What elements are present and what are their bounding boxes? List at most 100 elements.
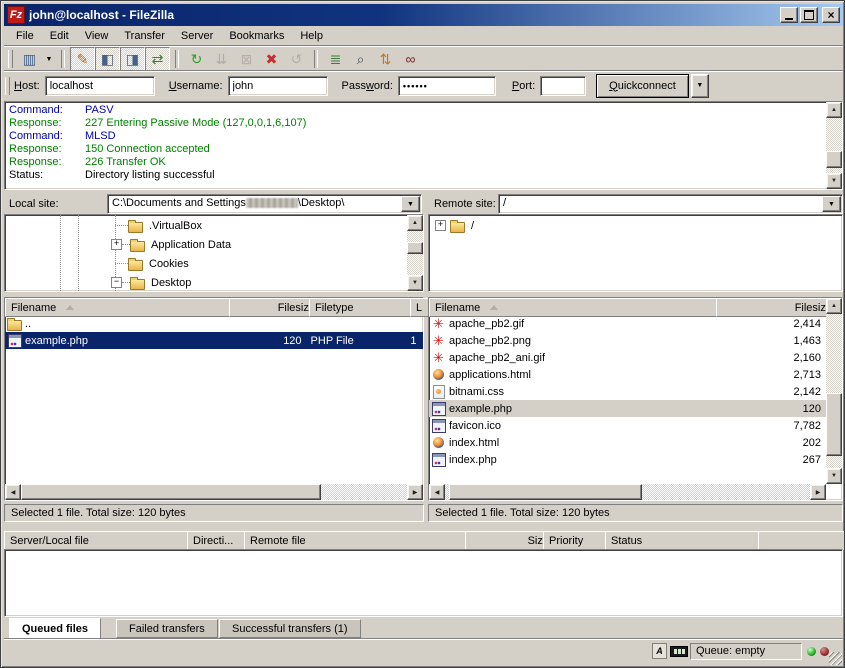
local-selection-status: Selected 1 file. Total size: 120 bytes xyxy=(4,504,424,522)
file-row-example-php[interactable]: example.php 120 xyxy=(429,400,826,417)
quickconnect-button[interactable]: Quickconnect xyxy=(596,74,689,98)
menu-server[interactable]: Server xyxy=(173,28,221,44)
file-row-example-php[interactable]: example.php 120 PHP File 1 xyxy=(5,332,423,349)
username-input[interactable] xyxy=(228,76,328,96)
scroll-up-icon[interactable]: ▲ xyxy=(407,215,423,231)
file-row[interactable]: apache_pb2.gif 2,414 xyxy=(429,315,826,332)
host-input[interactable] xyxy=(45,76,155,96)
remote-site-path: / xyxy=(499,195,821,213)
local-hscrollbar-thumb[interactable] xyxy=(21,484,321,500)
toggle-remote-tree-icon[interactable]: ◨ xyxy=(120,47,145,71)
tree-item-virtualbox[interactable]: .VirtualBox xyxy=(111,216,205,235)
scroll-left-icon[interactable]: ◀ xyxy=(429,484,445,500)
site-manager-icon[interactable]: ▥ xyxy=(17,47,42,71)
title-bar[interactable]: Fz john@localhost - FileZilla × xyxy=(4,4,843,26)
scroll-left-icon[interactable]: ◀ xyxy=(5,484,21,500)
filter-icon[interactable]: ≣ xyxy=(323,47,348,71)
local-tree-scrollbar[interactable]: ▲ ▼ xyxy=(407,215,423,291)
tab-failed-transfers[interactable]: Failed transfers xyxy=(116,619,218,638)
file-row[interactable]: index.html 202 xyxy=(429,434,826,451)
sync-browsing-icon[interactable]: ⇅ xyxy=(373,47,398,71)
file-row[interactable]: index.php 267 xyxy=(429,451,826,468)
css-file-icon xyxy=(433,385,445,399)
minimize-button[interactable] xyxy=(780,7,798,23)
chevron-down-icon[interactable]: ▼ xyxy=(822,196,841,212)
tab-queued-files[interactable]: Queued files xyxy=(9,618,101,639)
log-line: Command:MLSD xyxy=(9,130,116,143)
site-manager-dropdown-icon[interactable]: ▼ xyxy=(42,48,56,70)
transfer-type-icon: A xyxy=(652,643,667,659)
directory-comparison-icon[interactable]: ⌕ xyxy=(348,47,373,71)
file-row-parent-dir[interactable]: .. xyxy=(5,315,423,332)
file-row[interactable]: applications.html 2,713 xyxy=(429,366,826,383)
toolbar-separator xyxy=(61,50,65,68)
scroll-right-icon[interactable]: ▶ xyxy=(810,484,826,500)
local-horizontal-scrollbar[interactable]: ◀ ▶ xyxy=(5,484,423,500)
local-tree-scrollbar-thumb[interactable] xyxy=(407,242,423,254)
apache-file-icon xyxy=(433,334,444,347)
queue-column-status[interactable]: Status xyxy=(605,531,770,551)
remote-file-list: Filename Filesize apache_pb2.gif 2,414 a… xyxy=(428,297,843,501)
remote-site-combo[interactable]: / ▼ xyxy=(498,194,843,214)
chevron-down-icon[interactable]: ▼ xyxy=(401,196,420,212)
menu-help[interactable]: Help xyxy=(292,28,331,44)
menu-view[interactable]: View xyxy=(77,28,117,44)
disconnect-icon[interactable]: ✖ xyxy=(259,47,284,71)
queue-column-server-local-file[interactable]: Server/Local file xyxy=(4,531,199,551)
tree-item-desktop[interactable]: Desktop xyxy=(111,273,194,292)
quickconnect-bar: Host: Username: Password: Port: Quickcon… xyxy=(4,72,843,99)
queue-column-size[interactable]: Size xyxy=(465,531,555,551)
queue-list-area xyxy=(4,549,843,617)
tree-guide xyxy=(78,215,79,291)
toggle-message-log-icon[interactable]: ✎ xyxy=(70,47,95,71)
port-input[interactable] xyxy=(540,76,586,96)
expander-icon[interactable] xyxy=(111,277,122,288)
find-files-icon[interactable]: ∞ xyxy=(398,47,423,71)
file-row[interactable]: apache_pb2.png 1,463 xyxy=(429,332,826,349)
reconnect-icon: ↺ xyxy=(284,47,309,71)
toggle-transfer-queue-icon[interactable]: ⇄ xyxy=(145,47,170,71)
log-scrollbar[interactable]: ▲ ▼ xyxy=(826,102,842,189)
file-row[interactable]: bitnami.css 2,142 xyxy=(429,383,826,400)
scroll-right-icon[interactable]: ▶ xyxy=(407,484,423,500)
remote-hscrollbar-thumb[interactable] xyxy=(449,484,642,500)
refresh-icon[interactable]: ↻ xyxy=(184,47,209,71)
file-row[interactable]: favicon.ico 7,782 xyxy=(429,417,826,434)
maximize-button[interactable] xyxy=(800,7,818,23)
log-scrollbar-thumb[interactable] xyxy=(826,151,842,168)
remote-vscrollbar-thumb[interactable] xyxy=(826,393,842,456)
scroll-down-icon[interactable]: ▼ xyxy=(826,468,842,484)
filezilla-app-icon: Fz xyxy=(7,6,25,24)
tree-item-application-data[interactable]: Application Data xyxy=(111,235,234,254)
remote-vertical-scrollbar[interactable]: ▲ ▼ xyxy=(826,298,842,484)
tree-item-cookies[interactable]: Cookies xyxy=(111,254,192,273)
toolbar: ▥ ▼ ✎ ◧ ◨ ⇄ ↻ ⇊ ⊠ ✖ ↺ ≣ ⌕ ⇅ ∞ xyxy=(4,47,843,71)
expander-icon[interactable] xyxy=(435,220,446,231)
menu-edit[interactable]: Edit xyxy=(42,28,77,44)
file-row[interactable]: apache_pb2_ani.gif 2,160 xyxy=(429,349,826,366)
tab-successful-transfers[interactable]: Successful transfers (1) xyxy=(219,619,361,638)
password-input[interactable] xyxy=(398,76,496,96)
scroll-down-icon[interactable]: ▼ xyxy=(826,173,842,189)
scroll-up-icon[interactable]: ▲ xyxy=(826,102,842,118)
resize-grip[interactable] xyxy=(829,652,842,665)
statusbar-separator-line xyxy=(4,638,843,640)
local-site-combo[interactable]: C:\Documents and Settings\Desktop\ ▼ xyxy=(107,194,422,214)
menu-transfer[interactable]: Transfer xyxy=(116,28,173,44)
expander-icon[interactable] xyxy=(111,239,122,250)
toolbar-grip xyxy=(8,50,13,68)
log-line: Response:227 Entering Passive Mode (127,… xyxy=(9,117,306,130)
scroll-down-icon[interactable]: ▼ xyxy=(407,275,423,291)
tree-item-root[interactable]: / xyxy=(435,216,477,235)
quickconnect-dropdown-button[interactable]: ▼ xyxy=(691,74,709,98)
menu-bookmarks[interactable]: Bookmarks xyxy=(221,28,292,44)
menu-bar: File Edit View Transfer Server Bookmarks… xyxy=(4,27,843,45)
toggle-local-tree-icon[interactable]: ◧ xyxy=(95,47,120,71)
remote-horizontal-scrollbar[interactable]: ◀ ▶ xyxy=(429,484,826,500)
close-button[interactable]: × xyxy=(822,7,840,23)
scroll-up-icon[interactable]: ▲ xyxy=(826,298,842,314)
queue-column-remote-file[interactable]: Remote file xyxy=(244,531,477,551)
username-label: Username: xyxy=(169,80,223,92)
menu-file[interactable]: File xyxy=(8,28,42,44)
root-label: / xyxy=(468,219,477,233)
